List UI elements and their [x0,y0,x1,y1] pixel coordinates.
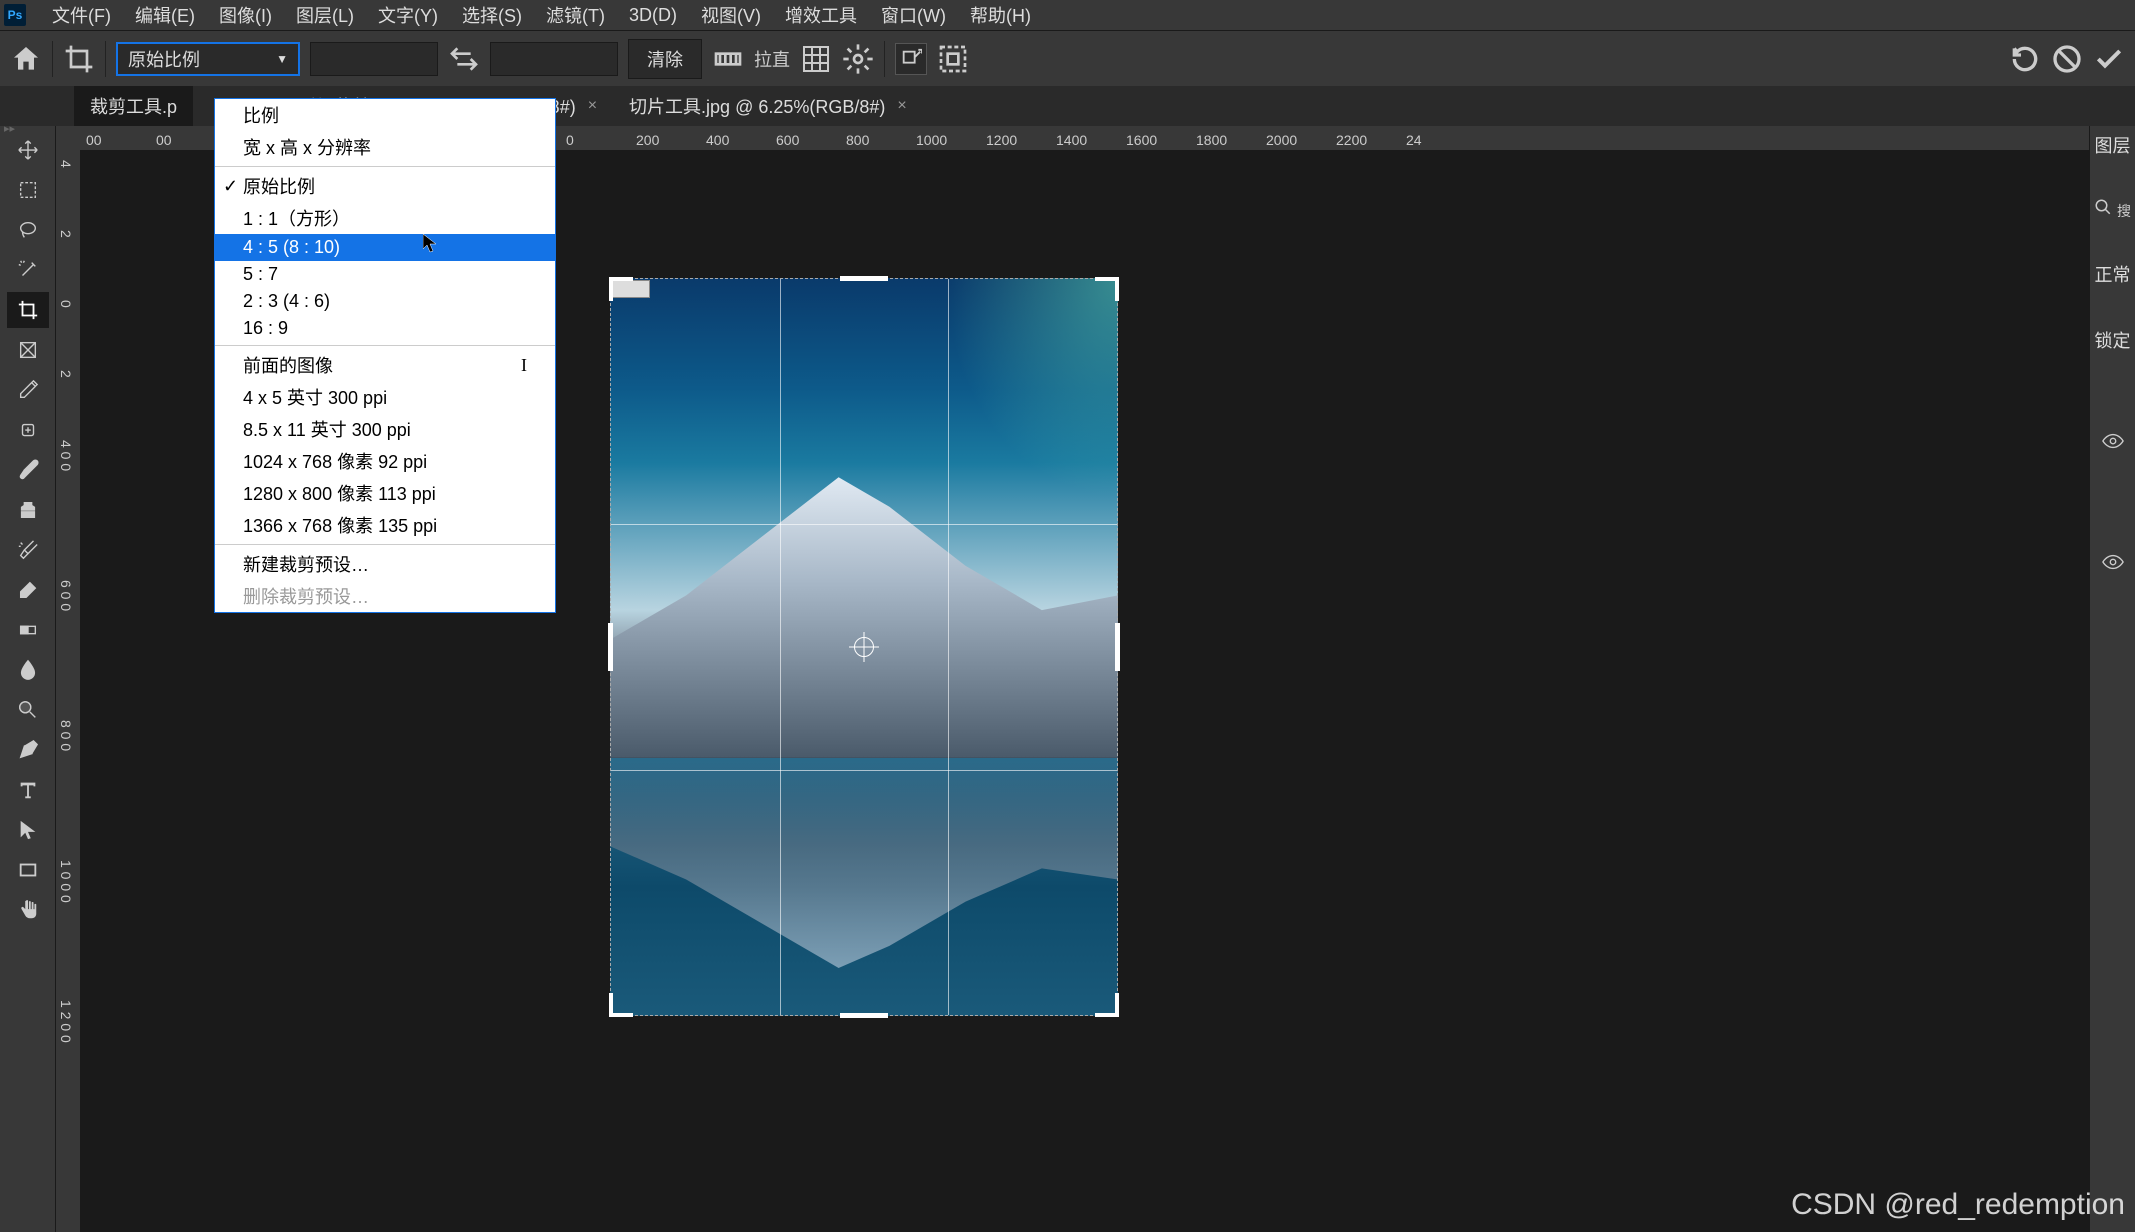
height-input[interactable] [490,42,618,76]
crop-tool-icon[interactable] [63,43,95,75]
dd-1024-768[interactable]: 1024 x 768 像素 92 ppi [215,445,555,477]
crop-overlay[interactable] [610,278,1118,1016]
pen-tool-icon[interactable] [7,732,49,768]
separator [215,345,555,346]
eye-icon[interactable] [2102,433,2124,454]
right-panel: 图层 搜 正常 锁定 [2089,126,2135,1232]
history-brush-tool-icon[interactable] [7,532,49,568]
chevron-down-icon: ▼ [276,52,288,66]
crop-tool-icon[interactable] [7,292,49,328]
swap-icon[interactable] [448,43,480,75]
lasso-tool-icon[interactable] [7,212,49,248]
watermark: CSDN @red_redemption [1791,1188,2125,1222]
separator [215,166,555,167]
menu-image[interactable]: 图像(I) [207,2,284,28]
menu-edit[interactable]: 编辑(E) [123,2,207,28]
marquee-tool-icon[interactable] [7,172,49,208]
divider [884,41,885,77]
dd-ratio[interactable]: 比例 [215,99,555,131]
menubar: Ps 文件(F) 编辑(E) 图像(I) 图层(L) 文字(Y) 选择(S) 滤… [0,0,2135,30]
menu-file[interactable]: 文件(F) [40,2,123,28]
menu-3d[interactable]: 3D(D) [617,5,689,26]
dd-5-7[interactable]: 5 : 7 [215,261,555,288]
menu-view[interactable]: 视图(V) [689,2,773,28]
grid-icon[interactable] [800,43,832,75]
crop-handle-t[interactable] [840,276,888,281]
dodge-tool-icon[interactable] [7,692,49,728]
dd-4-5[interactable]: 4 : 5 (8 : 10) [215,234,555,261]
home-icon[interactable] [10,43,42,75]
divider [105,41,106,77]
dd-1280-800[interactable]: 1280 x 800 像素 113 ppi [215,477,555,509]
eraser-tool-icon[interactable] [7,572,49,608]
gear-icon[interactable] [842,43,874,75]
menu-plugins[interactable]: 增效工具 [773,2,869,28]
blur-tool-icon[interactable] [7,652,49,688]
cursor-icon [423,234,437,254]
eye-icon[interactable] [2102,554,2124,575]
content-aware-icon[interactable] [937,43,969,75]
divider [52,41,53,77]
frame-tool-icon[interactable] [7,332,49,368]
dd-wxhxres[interactable]: 宽 x 高 x 分辨率 [215,131,555,163]
delete-cropped-icon[interactable] [895,43,927,75]
crop-target[interactable] [610,278,1118,1016]
lock-label: 锁定 [2095,327,2131,353]
dd-1-1[interactable]: 1 : 1（方形） [215,202,555,234]
menu-filter[interactable]: 滤镜(T) [534,2,617,28]
ps-logo-icon: Ps [4,4,26,26]
separator [215,544,555,545]
clone-stamp-tool-icon[interactable] [7,492,49,528]
dd-4x5-300[interactable]: 4 x 5 英寸 300 ppi [215,381,555,413]
straighten-label: 拉直 [754,46,790,72]
dd-8x11-300[interactable]: 8.5 x 11 英寸 300 ppi [215,413,555,445]
tab-crop-tool[interactable]: 裁剪工具.p [74,85,193,127]
dd-2-3[interactable]: 2 : 3 (4 : 6) [215,288,555,315]
menu-window[interactable]: 窗口(W) [869,2,958,28]
hand-tool-icon[interactable] [7,892,49,928]
tab-close-icon[interactable]: × [897,97,906,115]
magic-wand-tool-icon[interactable] [7,252,49,288]
healing-brush-tool-icon[interactable] [7,412,49,448]
dd-original-ratio[interactable]: ✓原始比例 [215,170,555,202]
type-tool-icon[interactable] [7,772,49,808]
rectangle-tool-icon[interactable] [7,852,49,888]
ratio-dropdown[interactable]: 原始比例 ▼ [116,42,300,76]
dd-new-preset[interactable]: 新建裁剪预设… [215,548,555,580]
dd-1366-768[interactable]: 1366 x 768 像素 135 ppi [215,509,555,541]
dd-delete-preset: 删除裁剪预设… [215,580,555,612]
ratio-dropdown-label: 原始比例 [128,46,200,72]
check-icon: ✓ [223,176,238,197]
eyedropper-tool-icon[interactable] [7,372,49,408]
move-tool-icon[interactable] [7,132,49,168]
tool-palette [0,126,56,1232]
ratio-dropdown-menu: 比例 宽 x 高 x 分辨率 ✓原始比例 1 : 1（方形） 4 : 5 (8 … [214,98,556,613]
crop-center-icon[interactable] [854,637,874,657]
brush-tool-icon[interactable] [7,452,49,488]
layers-panel-tab[interactable]: 图层 [2095,132,2131,158]
ruler-vertical[interactable]: 4 2 0 2 4 0 0 6 0 0 8 0 0 1 0 0 0 1 2 0 … [56,150,80,1232]
blend-mode-label[interactable]: 正常 [2095,261,2131,287]
menu-select[interactable]: 选择(S) [450,2,534,28]
cancel-icon[interactable] [2051,43,2083,75]
crop-handle-r[interactable] [1115,623,1120,671]
reset-icon[interactable] [2009,43,2041,75]
crop-handle-l[interactable] [608,623,613,671]
options-bar: 原始比例 ▼ 清除 拉直 [0,30,2135,86]
path-selection-tool-icon[interactable] [7,812,49,848]
clear-button[interactable]: 清除 [628,39,702,79]
tab-close-icon[interactable]: × [588,97,597,115]
menu-type[interactable]: 文字(Y) [366,2,450,28]
crop-handle-b[interactable] [840,1013,888,1018]
tab-slice-tool[interactable]: 切片工具.jpg @ 6.25%(RGB/8#) × [613,85,923,127]
gradient-tool-icon[interactable] [7,612,49,648]
commit-icon[interactable] [2093,43,2125,75]
dd-16-9[interactable]: 16 : 9 [215,315,555,342]
menu-help[interactable]: 帮助(H) [958,2,1043,28]
width-input[interactable] [310,42,438,76]
search-icon[interactable]: 搜 [2094,198,2131,221]
dd-front-image[interactable]: 前面的图像I [215,349,555,381]
menu-layer[interactable]: 图层(L) [284,2,366,28]
straighten-icon[interactable] [712,43,744,75]
